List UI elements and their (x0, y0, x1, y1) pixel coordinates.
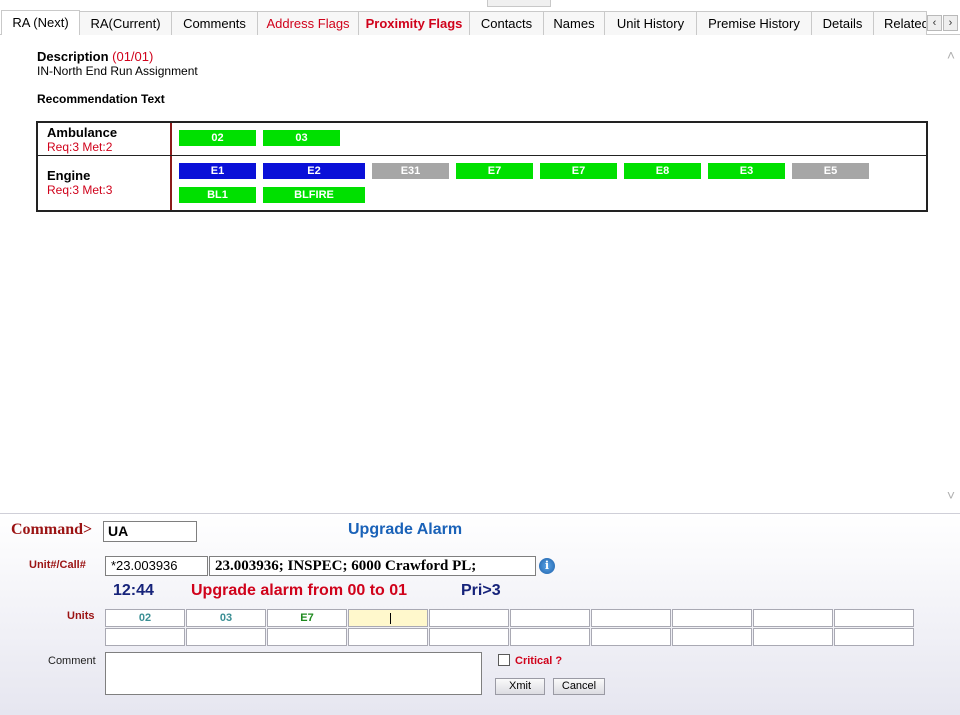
comment-textarea[interactable] (105, 652, 482, 695)
tab-bar: RA (Next) RA(Current) Comments Address F… (0, 10, 960, 35)
unit-button[interactable]: E2 (263, 163, 365, 179)
unit-cell[interactable] (186, 628, 266, 646)
tab-unit-history[interactable]: Unit History (605, 11, 697, 35)
priority-display: Pri>3 (461, 582, 501, 599)
vertical-scrollbar[interactable]: ˄ ˅ (942, 35, 960, 513)
scroll-up-icon[interactable]: ˄ (944, 48, 958, 62)
ra-row-name: Engine (47, 168, 91, 183)
tab-scroll-left-icon[interactable]: ‹ (927, 15, 942, 31)
info-icon[interactable]: i (539, 558, 555, 574)
unit-cell[interactable] (429, 628, 509, 646)
ra-row-req: Req:3 Met:2 (47, 140, 113, 154)
command-input[interactable]: UA (103, 521, 197, 542)
description-label: Description (37, 49, 109, 64)
unit-cell[interactable] (834, 628, 914, 646)
command-description: Upgrade Alarm (348, 521, 463, 538)
ra-row-header: Engine Req:3 Met:3 (38, 156, 172, 210)
unit-button[interactable]: E7 (456, 163, 533, 179)
critical-checkbox[interactable] (498, 654, 510, 666)
tab-address-flags[interactable]: Address Flags (258, 11, 359, 35)
unit-button[interactable]: E5 (792, 163, 869, 179)
unit-cell[interactable] (753, 609, 833, 627)
text-caret (390, 613, 391, 624)
unit-cell[interactable] (834, 609, 914, 627)
unit-call-label: Unit#/Call# (29, 559, 86, 571)
description-count: (01/01) (112, 49, 154, 64)
critical-label: Critical ? (515, 655, 563, 667)
recommendation-heading: Recommendation Text (37, 92, 165, 106)
tab-ra-current[interactable]: RA(Current) (80, 11, 172, 35)
ra-row-header: Ambulance Req:3 Met:2 (38, 123, 172, 155)
unit-cell[interactable] (591, 609, 671, 627)
unit-call-input[interactable]: *23.003936 (105, 556, 208, 576)
scroll-down-icon[interactable]: ˅ (944, 488, 958, 502)
unit-button[interactable]: BL1 (179, 187, 256, 203)
tab-scroll-right-icon[interactable]: › (943, 15, 958, 31)
unit-cell[interactable]: E7 (267, 609, 347, 627)
unit-cell-active[interactable] (348, 609, 428, 627)
unit-cell[interactable] (672, 628, 752, 646)
xmit-button[interactable]: Xmit (495, 678, 545, 695)
unit-button[interactable]: E31 (372, 163, 449, 179)
tab-names[interactable]: Names (544, 11, 605, 35)
description-heading: Description (01/01) (37, 49, 153, 64)
ra-table: Ambulance Req:3 Met:2 02 03 Engine Req:3… (36, 121, 928, 212)
unit-cell[interactable] (591, 628, 671, 646)
ra-panel (0, 35, 942, 513)
unit-button[interactable]: 03 (263, 130, 340, 146)
ra-row-ambulance: Ambulance Req:3 Met:2 02 03 (38, 123, 926, 156)
unit-cell[interactable] (429, 609, 509, 627)
alarm-message: Upgrade alarm from 00 to 01 (191, 582, 408, 599)
ra-row-req: Req:3 Met:3 (47, 183, 113, 197)
call-info-field: 23.003936; INSPEC; 6000 Crawford PL; (209, 556, 536, 576)
cancel-button[interactable]: Cancel (553, 678, 605, 695)
unit-button[interactable]: E3 (708, 163, 785, 179)
unit-button[interactable]: E1 (179, 163, 256, 179)
tab-related[interactable]: Related (874, 11, 927, 35)
unit-button[interactable]: 02 (179, 130, 256, 146)
comment-label: Comment (48, 655, 96, 667)
tab-proximity-flags[interactable]: Proximity Flags (359, 11, 470, 35)
ra-row-name: Ambulance (47, 125, 118, 140)
tab-details[interactable]: Details (812, 11, 874, 35)
unit-cell[interactable]: 03 (186, 609, 266, 627)
unit-button[interactable]: BLFIRE (263, 187, 365, 203)
unit-cell[interactable] (753, 628, 833, 646)
ra-row-engine: Engine Req:3 Met:3 E1 E2 E31 E7 E7 E8 E3… (38, 156, 926, 210)
top-handle (487, 0, 551, 7)
tab-contacts[interactable]: Contacts (470, 11, 544, 35)
tab-premise-history[interactable]: Premise History (697, 11, 812, 35)
unit-cell[interactable] (672, 609, 752, 627)
unit-cell[interactable] (105, 628, 185, 646)
time-display: 12:44 (113, 582, 154, 599)
description-text: IN-North End Run Assignment (37, 64, 198, 78)
tab-comments[interactable]: Comments (172, 11, 258, 35)
unit-cell[interactable] (267, 628, 347, 646)
unit-cell[interactable] (348, 628, 428, 646)
unit-button[interactable]: E7 (540, 163, 617, 179)
unit-button[interactable]: E8 (624, 163, 701, 179)
tab-ra-next[interactable]: RA (Next) (1, 10, 80, 35)
unit-cell[interactable] (510, 609, 590, 627)
units-label: Units (67, 610, 95, 622)
unit-cell[interactable]: 02 (105, 609, 185, 627)
command-label: Command> (11, 521, 93, 538)
unit-cell[interactable] (510, 628, 590, 646)
